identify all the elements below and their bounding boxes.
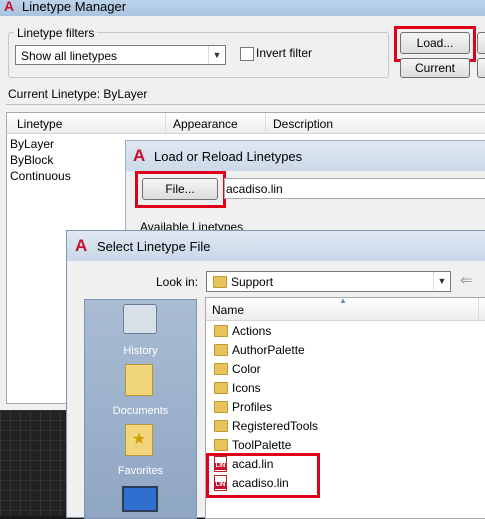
look-in-label: Look in: — [156, 275, 199, 289]
list-item[interactable]: Profiles — [210, 398, 485, 417]
invert-filter-checkbox[interactable] — [240, 47, 254, 61]
drawing-canvas — [0, 410, 66, 516]
column-divider — [165, 113, 166, 133]
list-item[interactable]: ByBlock — [10, 153, 53, 167]
history-icon[interactable] — [123, 304, 157, 334]
list-item[interactable]: AuthorPalette — [210, 341, 485, 360]
file-name-field[interactable]: acadiso.lin — [224, 178, 485, 199]
list-item[interactable]: LIN acad.lin — [210, 455, 485, 474]
autocad-logo-icon: A — [75, 236, 88, 255]
divider — [6, 104, 485, 105]
lin-file-icon: LIN — [214, 456, 227, 472]
folder-icon — [214, 439, 228, 451]
folder-icon — [214, 363, 228, 375]
folder-icon — [213, 276, 227, 288]
filter-value: Show all linetypes — [21, 49, 118, 63]
sort-ascending-icon: ▲ — [339, 296, 347, 305]
look-in-value: Support — [231, 275, 274, 289]
select-linetype-file-dialog: A Select Linetype File Look in: Support … — [66, 230, 485, 519]
file-list-header: Name ▲ — [206, 296, 485, 321]
current-button[interactable]: Current — [400, 58, 470, 78]
dialog-title: Select Linetype File — [97, 239, 211, 254]
file-button[interactable]: File... — [142, 178, 218, 200]
dialog-title: Load or Reload Linetypes — [154, 149, 303, 164]
folder-icon — [214, 382, 228, 394]
cut-off-button[interactable] — [477, 32, 485, 54]
places-bar: History Documents ★ Favorites — [84, 299, 197, 519]
favorites-icon[interactable]: ★ — [125, 424, 153, 456]
file-name: acadiso.lin — [232, 476, 289, 490]
look-in-select[interactable]: Support ▼ — [206, 271, 451, 292]
list-item[interactable]: Icons — [210, 379, 485, 398]
folder-name: ToolPalette — [232, 438, 292, 452]
folder-name: Icons — [232, 381, 261, 395]
column-header[interactable]: Appearance — [173, 117, 238, 131]
list-item[interactable]: LIN acadiso.lin — [210, 474, 485, 493]
list-item[interactable]: Actions — [210, 322, 485, 341]
column-header[interactable]: Description — [273, 117, 333, 131]
chevron-down-icon[interactable]: ▼ — [433, 272, 450, 290]
file-name-value: acadiso.lin — [226, 182, 283, 196]
column-header[interactable]: Linetype — [17, 117, 62, 131]
list-item[interactable]: ByLayer — [10, 137, 54, 151]
documents-icon[interactable] — [125, 364, 153, 396]
filters-group-label: Linetype filters — [14, 26, 98, 40]
list-item[interactable]: RegisteredTools — [210, 417, 485, 436]
desktop-icon[interactable] — [122, 486, 158, 512]
file-name: acad.lin — [232, 457, 274, 471]
title-bar: A Load or Reload Linetypes — [126, 141, 485, 171]
invert-filter-label[interactable]: Invert filter — [256, 46, 312, 60]
place-label[interactable]: Favorites — [85, 465, 196, 477]
load-button[interactable]: Load... — [400, 32, 470, 54]
window-title: Linetype Manager — [22, 0, 127, 14]
autocad-logo-icon: A — [4, 0, 15, 14]
list-header: Linetype Appearance Description — [7, 113, 485, 134]
column-divider — [265, 113, 266, 133]
folder-name: Profiles — [232, 400, 273, 414]
folder-name: RegisteredTools — [232, 419, 319, 433]
autocad-logo-icon: A — [133, 146, 146, 165]
folder-name: AuthorPalette — [232, 343, 305, 357]
list-item[interactable]: Color — [210, 360, 485, 379]
filter-select[interactable]: Show all linetypes ▼ — [15, 45, 226, 65]
title-bar: A Select Linetype File — [67, 231, 485, 261]
current-linetype-label: Current Linetype: ByLayer — [8, 87, 148, 101]
chevron-down-icon[interactable]: ▼ — [208, 46, 225, 64]
lin-file-icon: LIN — [214, 475, 227, 491]
name-column-header[interactable]: Name — [212, 303, 244, 317]
list-item[interactable]: Continuous — [10, 169, 71, 183]
back-arrow-icon[interactable]: ⇐ — [460, 271, 473, 289]
folder-icon — [214, 325, 228, 337]
folder-name: Color — [232, 362, 261, 376]
folder-name: Actions — [232, 324, 272, 338]
title-bar: A Linetype Manager — [0, 0, 485, 16]
folder-icon — [214, 344, 228, 356]
folder-icon — [214, 401, 228, 413]
place-label[interactable]: History — [85, 345, 196, 357]
cut-off-button-2[interactable] — [477, 58, 485, 78]
place-label[interactable]: Documents — [85, 405, 196, 417]
column-divider — [478, 298, 479, 320]
folder-icon — [214, 420, 228, 432]
